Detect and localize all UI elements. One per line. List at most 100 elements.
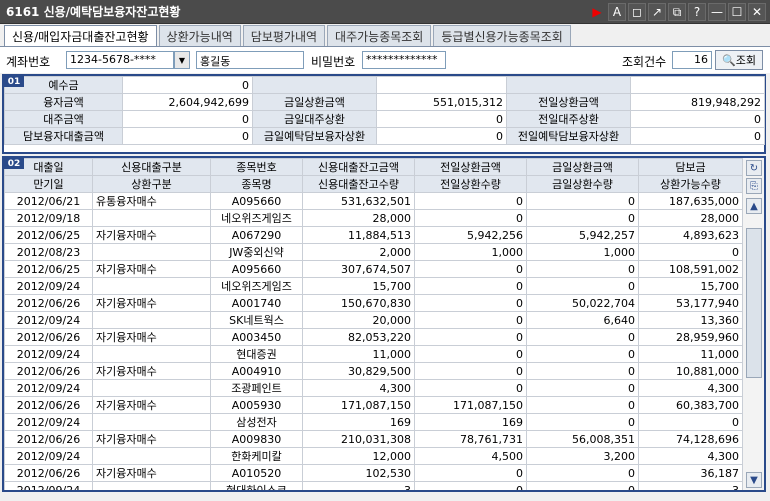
table-cell: 30,829,500 bbox=[302, 362, 415, 380]
maximize-icon[interactable]: ☐ bbox=[728, 3, 746, 21]
search-button[interactable]: 🔍 조회 bbox=[715, 50, 763, 70]
table-row[interactable]: 2012/09/24현대하이스코3003 bbox=[4, 481, 742, 490]
summary-value: 0 bbox=[122, 110, 253, 128]
grid-header-cell[interactable]: 전일상환금액 bbox=[414, 158, 527, 176]
grid-header-cell[interactable]: 전일상환수량 bbox=[414, 175, 527, 193]
grid-header-cell[interactable]: 종목번호 bbox=[210, 158, 303, 176]
table-row[interactable]: 2012/09/24 삼성전자 169 169 0 0 bbox=[4, 413, 742, 431]
grid-header-row: 대출일 신용대출구분 종목번호 신용대출잔고금액 전일상환금액 금일상환금액 담… bbox=[4, 158, 742, 176]
grid-header-cell[interactable]: 신용대출잔고금액 bbox=[302, 158, 415, 176]
table-cell: 0 bbox=[526, 209, 639, 227]
table-cell: 0 bbox=[414, 345, 527, 363]
count-field[interactable]: 16 bbox=[672, 51, 712, 69]
scroll-down-icon[interactable]: ▼ bbox=[746, 472, 762, 488]
window-controls: ▶ A ◻ ↗ ⧉ ? — ☐ ✕ bbox=[588, 3, 766, 21]
tab-collateral-eval[interactable]: 담보평가내역 bbox=[242, 25, 326, 46]
table-cell: 0 bbox=[414, 277, 527, 295]
table-cell: 0 bbox=[414, 379, 527, 397]
loan-table: 대출일 신용대출구분 종목번호 신용대출잔고금액 전일상환금액 금일상환금액 담… bbox=[4, 158, 742, 490]
table-row[interactable]: 2012/06/21 유통융자매수 A095660 531,632,501 0 0 187,… bbox=[4, 192, 742, 210]
grid-header-cell[interactable]: 신용대출구분 bbox=[92, 158, 211, 176]
account-field[interactable]: 1234-5678-**** bbox=[66, 51, 174, 69]
link-icon[interactable]: ↗ bbox=[648, 3, 666, 21]
grid-header-cell[interactable]: 금일상환금액 bbox=[526, 158, 639, 176]
table-cell: 2012/06/26 bbox=[4, 430, 93, 448]
help-icon[interactable]: ? bbox=[688, 3, 706, 21]
table-row[interactable]: 2012/06/25 자기융자매수 A067290 11,884,513 5,942,2… bbox=[4, 226, 742, 244]
table-row[interactable]: 2012/09/24 한화케미칼 12,000 4,500 3,200 4,300 bbox=[4, 447, 742, 465]
play-icon[interactable]: ▶ bbox=[588, 3, 606, 21]
chevron-down-icon[interactable]: ▼ bbox=[174, 51, 190, 69]
table-cell: A001740 bbox=[210, 294, 303, 312]
table-cell: A005930 bbox=[210, 396, 303, 414]
tab-repayable-list[interactable]: 상환가능내역 bbox=[158, 25, 241, 46]
count-label: 조회건수 bbox=[622, 55, 667, 69]
export-icon[interactable]: ⎘ bbox=[746, 178, 762, 194]
table-cell: 5,942,256 bbox=[414, 226, 527, 244]
table-row[interactable]: 2012/09/24 SK네트웍스 20,000 0 6,640 13,360 bbox=[4, 311, 742, 329]
grid-scrollbar[interactable]: ↻ ⎘ ▲ ▼ bbox=[742, 158, 764, 490]
table-row[interactable]: 2012/06/25 자기융자매수 A095660 307,674,507 0 0 108,… bbox=[4, 260, 742, 278]
grid-header-cell[interactable]: 상환구분 bbox=[92, 175, 211, 193]
summary-key bbox=[506, 76, 631, 94]
grid-header-cell[interactable]: 종목명 bbox=[210, 175, 303, 193]
grid-header-cell[interactable]: 만기일 bbox=[4, 175, 93, 193]
table-row[interactable]: 2012/09/18 네오위즈게임즈 28,000 0 0 28,000 bbox=[4, 209, 742, 227]
table-row[interactable]: 2012/06/26 자기융자매수 A009830 210,031,308 78,761… bbox=[4, 430, 742, 448]
table-cell: 0 bbox=[638, 243, 742, 261]
password-field[interactable]: ************* bbox=[362, 51, 446, 69]
close-icon[interactable]: ✕ bbox=[748, 3, 766, 21]
font-icon[interactable]: A bbox=[608, 3, 626, 21]
scroll-thumb[interactable] bbox=[746, 228, 762, 378]
table-row[interactable]: 2012/09/24 조광페인트 4,300 0 0 4,300 bbox=[4, 379, 742, 397]
table-row[interactable]: 2012/06/26 자기융자매수 A001740 150,670,830 0 50,02… bbox=[4, 294, 742, 312]
summary-value: 0 bbox=[630, 110, 765, 128]
grid-header-cell[interactable]: 상환가능수량 bbox=[638, 175, 742, 193]
summary-row: 예수금 0 bbox=[4, 76, 765, 94]
summary-key: 전일상환금액 bbox=[506, 93, 631, 111]
grid-header-cell[interactable]: 신용대출잔고수량 bbox=[302, 175, 415, 193]
tab-credit-loan-balance[interactable]: 신용/매입자금대출잔고현황 bbox=[4, 25, 157, 47]
table-row[interactable]: 2012/08/23 JW중외신약 2,000 1,000 1,000 0 bbox=[4, 243, 742, 261]
table-cell: 2012/06/25 bbox=[4, 260, 93, 278]
table-cell: 4,300 bbox=[302, 379, 415, 397]
table-cell: 0 bbox=[526, 260, 639, 278]
table-cell: JW중외신약 bbox=[210, 243, 303, 261]
table-row[interactable]: 2012/06/26 자기융자매수 A010520 102,530 0 0 36,187 bbox=[4, 464, 742, 482]
table-cell: 53,177,940 bbox=[638, 294, 742, 312]
grid-header-cell[interactable]: 금일상환수량 bbox=[526, 175, 639, 193]
table-row[interactable]: 2012/06/26 자기융자매수 A003450 82,053,220 0 0 28,95… bbox=[4, 328, 742, 346]
table-cell: 82,053,220 bbox=[302, 328, 415, 346]
summary-value bbox=[630, 76, 765, 94]
grid-header-cell[interactable]: 담보금 bbox=[638, 158, 742, 176]
table-cell: 0 bbox=[414, 192, 527, 210]
table-row[interactable]: 2012/09/24 현대증권 11,000 0 0 11,000 bbox=[4, 345, 742, 363]
table-cell: 12,000 bbox=[302, 447, 415, 465]
table-cell: 0 bbox=[526, 481, 639, 490]
table-cell: 28,959,960 bbox=[638, 328, 742, 346]
tab-grade-credit[interactable]: 등급별신용가능종목조회 bbox=[433, 25, 571, 46]
table-row[interactable]: 2012/09/24 네오위즈게임즈 15,700 0 0 15,700 bbox=[4, 277, 742, 295]
table-cell bbox=[92, 277, 211, 295]
table-cell: 0 bbox=[526, 277, 639, 295]
summary-value: 0 bbox=[376, 127, 507, 145]
minimize-icon[interactable]: — bbox=[708, 3, 726, 21]
scroll-up-icon[interactable]: ▲ bbox=[746, 198, 762, 214]
title-bar: 6161 신용/예탁담보융자잔고현황 ▶ A ◻ ↗ ⧉ ? — ☐ ✕ bbox=[0, 0, 770, 24]
table-cell: 2012/06/26 bbox=[4, 362, 93, 380]
table-cell: 74,128,696 bbox=[638, 430, 742, 448]
table-row[interactable]: 2012/06/26 자기융자매수 A005930 171,087,150 171,08… bbox=[4, 396, 742, 414]
table-cell: 0 bbox=[638, 413, 742, 431]
table-cell: 자기융자매수 bbox=[92, 430, 211, 448]
tab-short-available[interactable]: 대주가능종목조회 bbox=[327, 25, 432, 46]
memo-icon[interactable]: ◻ bbox=[628, 3, 646, 21]
refresh-icon[interactable]: ↻ bbox=[746, 160, 762, 176]
table-cell: 20,000 bbox=[302, 311, 415, 329]
table-cell: 2012/09/24 bbox=[4, 277, 93, 295]
account-name-field: 홍길동 bbox=[196, 51, 304, 69]
table-cell: 6,640 bbox=[526, 311, 639, 329]
table-row[interactable]: 2012/06/26 자기융자매수 A004910 30,829,500 0 0 10,88… bbox=[4, 362, 742, 380]
cascade-icon[interactable]: ⧉ bbox=[668, 3, 686, 21]
table-cell: 한화케미칼 bbox=[210, 447, 303, 465]
table-cell: 2012/09/18 bbox=[4, 209, 93, 227]
